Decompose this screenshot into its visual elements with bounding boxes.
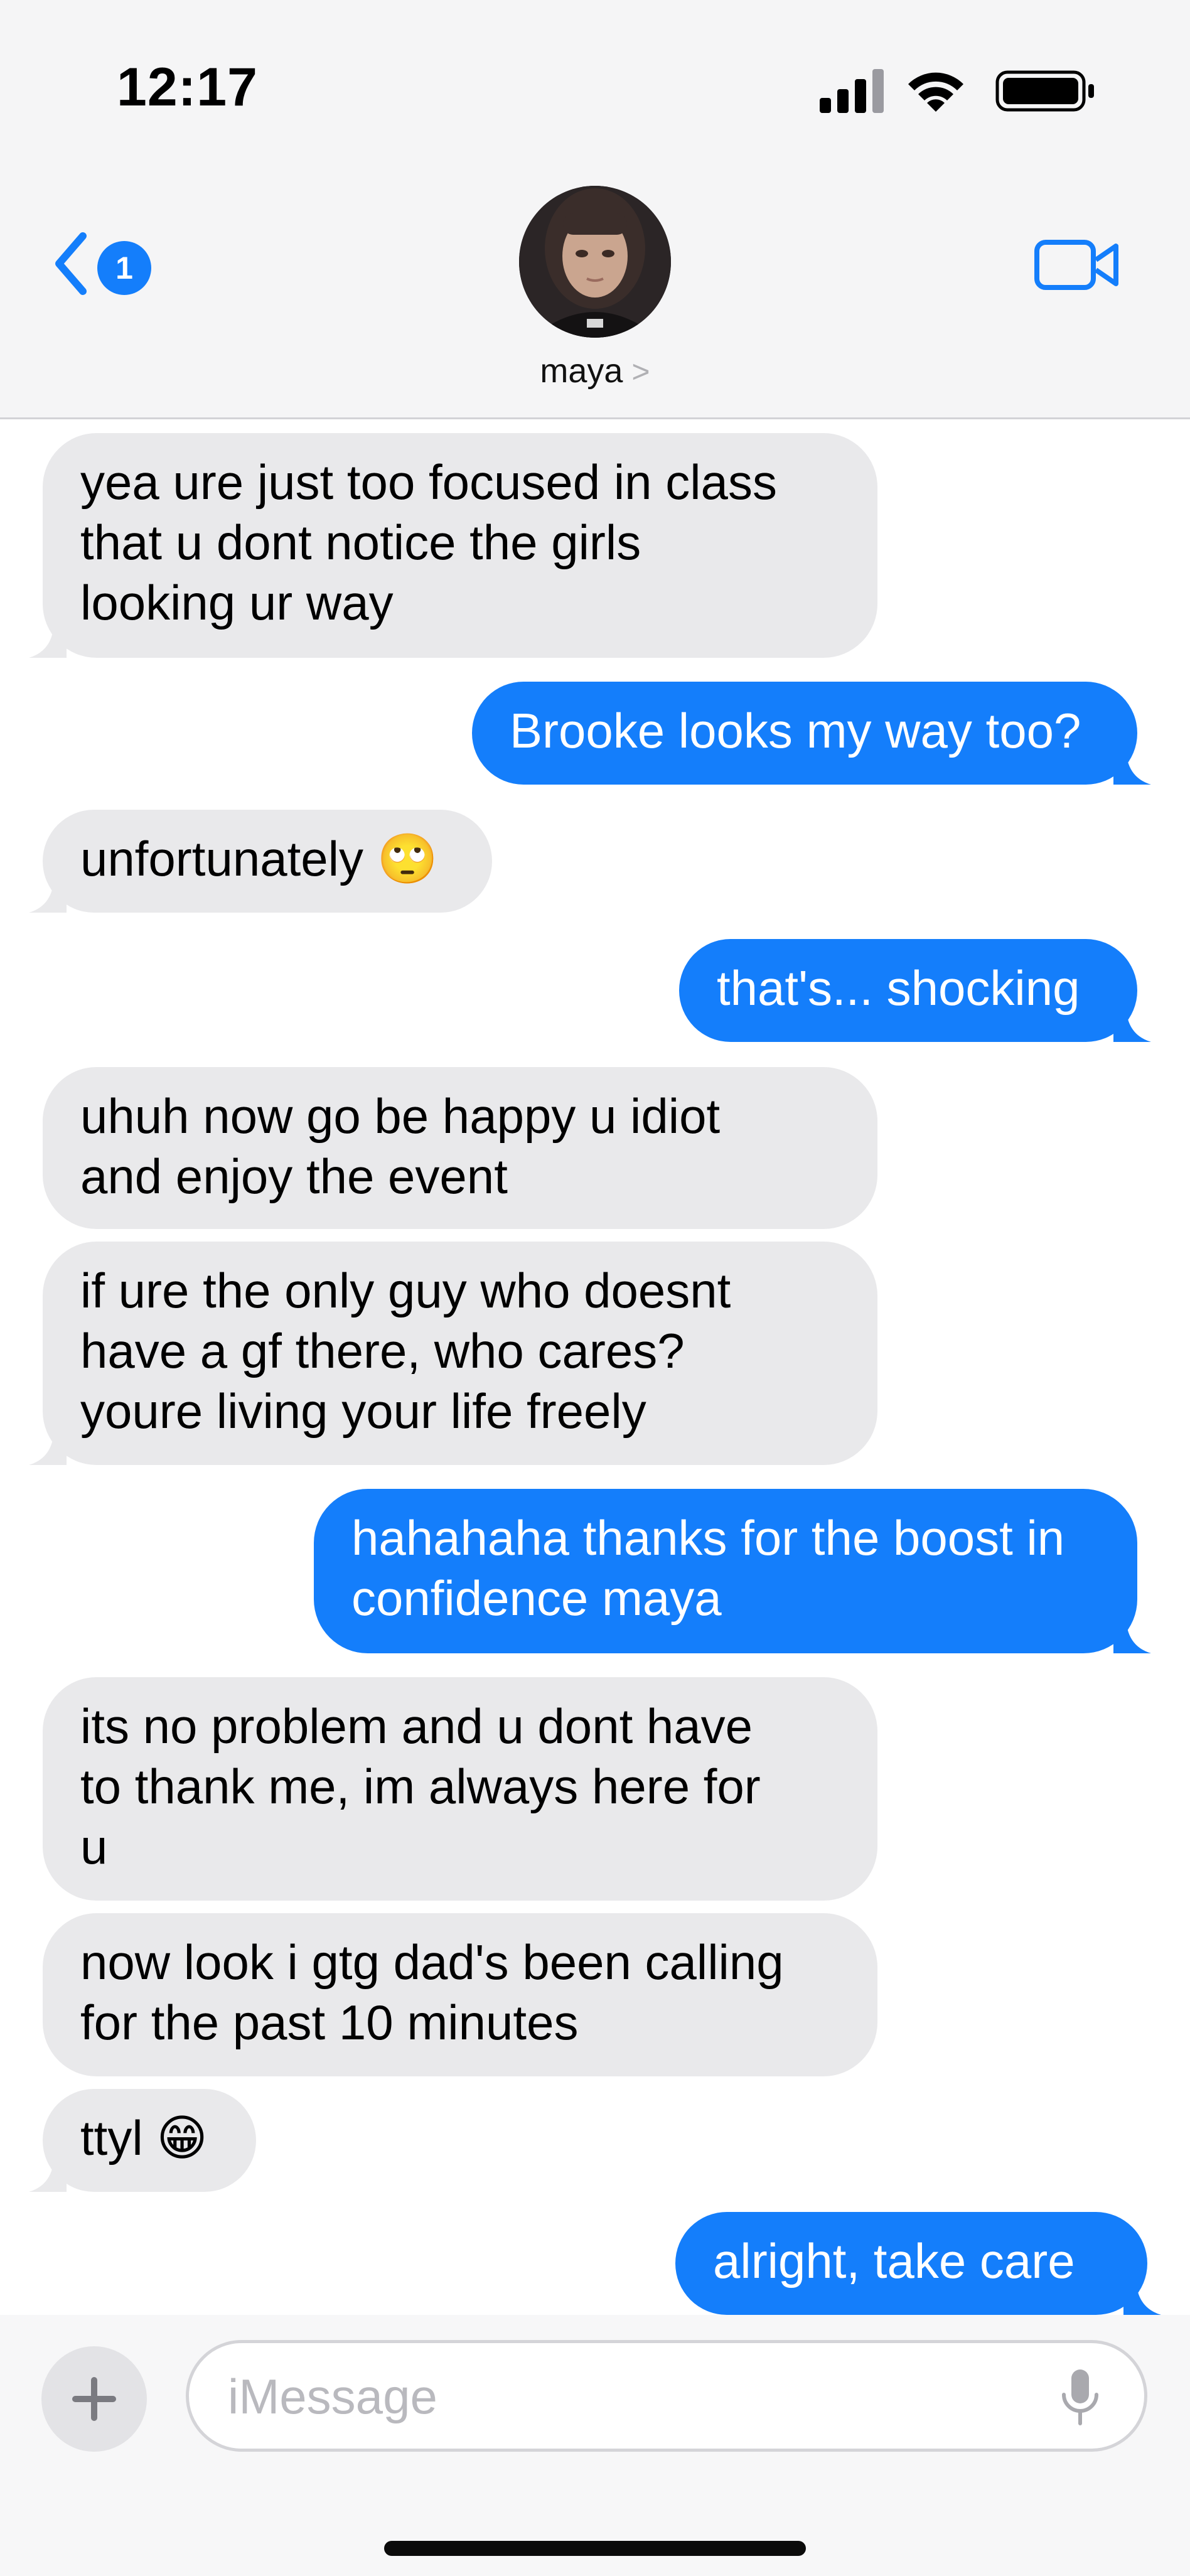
wifi-icon [908,72,963,112]
chevron-right-icon: > [631,354,650,389]
message-text: if ure the only guy who doesnt have a gf… [80,1263,731,1439]
contact-photo [519,186,671,338]
message-bubble-received[interactable]: unfortunately 🙄 [29,810,492,913]
cellular-signal-icon [820,69,884,113]
apps-plus-button[interactable] [41,2346,147,2452]
plus-icon [72,2377,116,2421]
compose-bar [0,2315,1190,2576]
unread-count-badge: 1 [97,241,151,295]
status-time: 12:17 [117,57,258,117]
chevron-back-icon [55,232,87,295]
bubble-tail [29,2154,67,2192]
message-text: its no problem and u dont have to thank … [80,1699,761,1874]
message-field[interactable] [186,2340,1147,2452]
message-bubble-sent[interactable]: that's... shocking [679,939,1151,1042]
message-text: yea ure just too focused in class that u… [80,454,777,630]
message-bubble-received[interactable]: if ure the only guy who doesnt have a gf… [29,1242,877,1465]
bubble-tail [1113,1616,1151,1653]
video-camera-icon[interactable] [1033,233,1121,296]
bubble-tail [1113,1004,1151,1042]
message-bubble-sent[interactable]: alright, take care [675,2212,1161,2315]
message-text: now look i gtg dad's been calling for th… [80,1935,784,2050]
microphone-icon[interactable] [1060,2367,1100,2427]
message-bubble-received[interactable]: now look i gtg dad's been calling for th… [43,1913,877,2076]
message-text: unfortunately 🙄 [80,831,438,886]
message-input[interactable] [227,2343,1045,2450]
message-bubble-received[interactable]: uhuh now go be happy u idiot and enjoy t… [43,1067,877,1229]
message-bubble-sent[interactable]: hahahaha thanks for the boost in confide… [314,1489,1151,1653]
battery-icon [995,70,1094,112]
message-text: alright, take care [713,2233,1075,2289]
status-icons [782,63,1096,113]
message-text: uhuh now go be happy u idiot and enjoy t… [80,1088,721,1204]
contact-name: maya [540,352,623,390]
home-indicator[interactable] [384,2541,806,2556]
message-text: Brooke looks my way too? [510,703,1081,758]
message-bubble-sent[interactable]: Brooke looks my way too? [472,682,1151,785]
message-text: ttyl 😁 [80,2110,208,2165]
bubble-tail [29,875,67,913]
conversation-header: 12:17 1 maya > [0,0,1190,419]
message-text: that's... shocking [717,960,1080,1016]
message-bubble-received[interactable]: ttyl 😁 [29,2089,256,2192]
back-button[interactable]: 1 [44,226,169,301]
message-bubble-received[interactable]: its no problem and u dont have to thank … [43,1677,877,1901]
bubble-tail [1113,747,1151,785]
avatar[interactable] [519,186,671,338]
message-bubble-received[interactable]: yea ure just too focused in class that u… [29,433,877,658]
message-thread[interactable]: yea ure just too focused in class that u… [0,419,1190,2315]
contact-name-link[interactable]: maya > [0,352,1190,390]
bubble-tail [29,1427,67,1465]
bubble-tail [1123,2277,1161,2315]
message-text: hahahaha thanks for the boost in confide… [351,1510,1065,1626]
bubble-tail [29,620,67,658]
